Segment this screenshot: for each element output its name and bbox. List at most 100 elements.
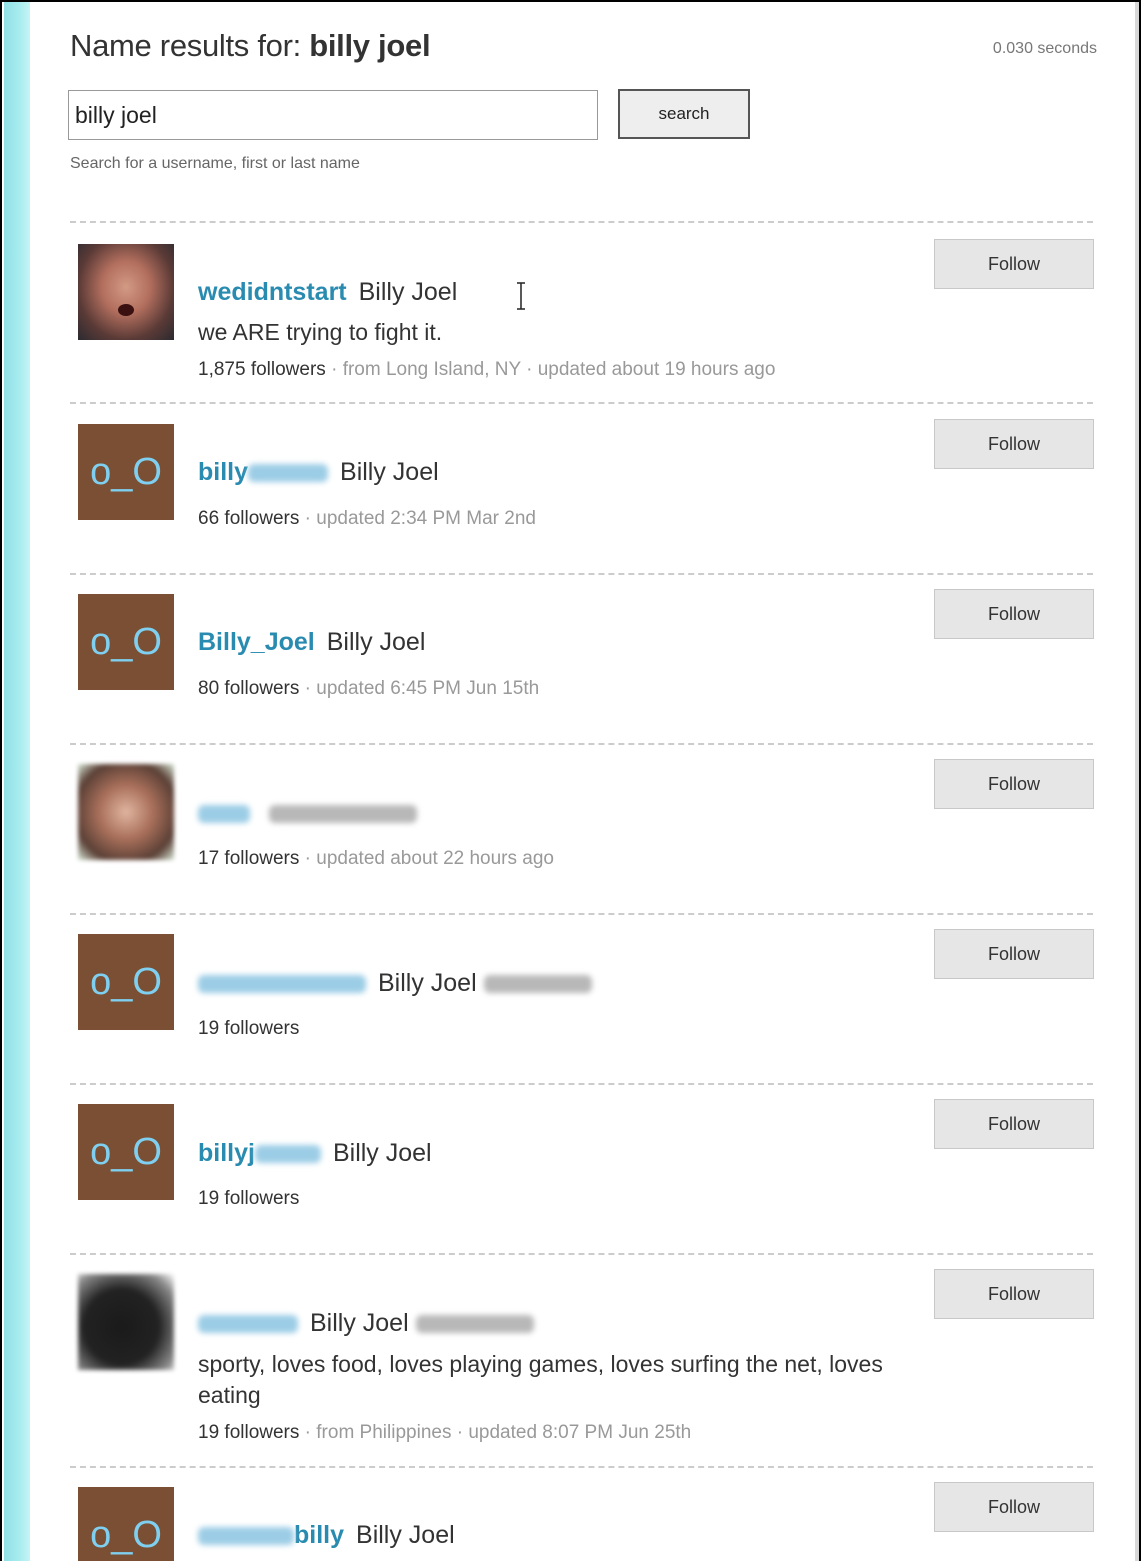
avatar[interactable] bbox=[78, 244, 174, 340]
page-title-query: billy joel bbox=[309, 28, 431, 63]
last-updated: updated 6:45 PM Jun 15th bbox=[316, 678, 540, 699]
default-avatar-text: o_O bbox=[90, 620, 162, 663]
follow-button[interactable]: Follow bbox=[934, 759, 1094, 809]
username-link[interactable]: billy bbox=[198, 458, 248, 486]
follow-button[interactable]: Follow bbox=[934, 1269, 1094, 1319]
user-bio: sporty, loves food, loves playing games,… bbox=[198, 1351, 883, 1408]
right-scroll-edge bbox=[1135, 2, 1139, 1561]
result-name-line bbox=[198, 799, 417, 828]
follow-button[interactable]: Follow bbox=[934, 239, 1094, 289]
avatar-photo-detail bbox=[118, 304, 134, 316]
last-updated: updated 8:07 PM Jun 25th bbox=[468, 1422, 692, 1443]
blurred-username-part bbox=[248, 464, 329, 483]
username-link[interactable]: wedidntstart bbox=[198, 278, 347, 306]
blurred-last-name bbox=[483, 975, 592, 994]
left-background-stripe bbox=[4, 2, 30, 1561]
search-hint: Search for a username, first or last nam… bbox=[70, 155, 360, 172]
search-button[interactable]: search bbox=[618, 89, 750, 139]
real-name: Billy Joel bbox=[378, 969, 477, 997]
followers-count: 66 followers bbox=[198, 508, 300, 529]
meta-separator: · bbox=[304, 678, 311, 699]
divider bbox=[70, 1253, 1093, 1255]
divider bbox=[70, 573, 1093, 575]
avatar[interactable] bbox=[78, 1274, 174, 1370]
blurred-last-name bbox=[415, 1315, 534, 1334]
followers-count: 19 followers bbox=[198, 1188, 300, 1209]
meta-separator: · bbox=[331, 359, 338, 380]
default-avatar-icon[interactable]: o_O bbox=[78, 1104, 174, 1200]
divider bbox=[70, 1083, 1093, 1085]
blurred-username[interactable] bbox=[198, 975, 366, 994]
followers-count: 80 followers bbox=[198, 678, 300, 699]
followers-count: 19 followers bbox=[198, 1422, 300, 1443]
browser-frame: Name results for: billy joel 0.030 secon… bbox=[0, 0, 1141, 1561]
meta-separator: · bbox=[526, 359, 533, 380]
last-updated: updated about 22 hours ago bbox=[316, 848, 554, 869]
username-link[interactable]: billy bbox=[294, 1521, 344, 1549]
result-name-line: billy Billy Joel bbox=[198, 458, 439, 487]
result-meta: 19 followers bbox=[198, 1018, 299, 1040]
follow-button[interactable]: Follow bbox=[934, 419, 1094, 469]
meta-separator: · bbox=[304, 848, 311, 869]
last-updated: updated 2:34 PM Mar 2nd bbox=[316, 508, 536, 529]
result-name-line: Billy Joel bbox=[198, 969, 592, 998]
real-name: Billy Joel bbox=[340, 458, 439, 486]
divider bbox=[70, 1466, 1093, 1468]
follow-button[interactable]: Follow bbox=[934, 1482, 1094, 1532]
search-timing: 0.030 seconds bbox=[992, 40, 1097, 57]
real-name: Billy Joel bbox=[358, 278, 458, 306]
user-location: from Philippines bbox=[316, 1422, 452, 1443]
default-avatar-icon[interactable]: o_O bbox=[78, 934, 174, 1030]
default-avatar-icon[interactable]: o_O bbox=[78, 594, 174, 690]
result-name-line: billy Billy Joel bbox=[198, 1521, 455, 1550]
default-avatar-icon[interactable]: o_O bbox=[78, 1487, 174, 1561]
real-name: Billy Joel bbox=[356, 1521, 455, 1549]
search-results-page: Name results for: billy joel 0.030 secon… bbox=[30, 2, 1135, 1561]
meta-separator: · bbox=[304, 1422, 311, 1443]
follow-button[interactable]: Follow bbox=[934, 589, 1094, 639]
result-meta: 80 followers · updated 6:45 PM Jun 15th bbox=[198, 678, 539, 700]
result-name-line: Billy Joel bbox=[198, 1309, 534, 1338]
default-avatar-text: o_O bbox=[90, 960, 162, 1003]
user-bio: we ARE trying to fight it. bbox=[198, 319, 443, 345]
result-name-line: Billy_Joel Billy Joel bbox=[198, 628, 425, 657]
search-input[interactable] bbox=[68, 90, 598, 140]
page-title: Name results for: billy joel bbox=[70, 28, 431, 64]
follow-button[interactable]: Follow bbox=[934, 929, 1094, 979]
avatar[interactable] bbox=[78, 764, 174, 860]
divider bbox=[70, 743, 1093, 745]
username-link[interactable]: Billy_Joel bbox=[198, 628, 315, 656]
divider bbox=[70, 402, 1093, 404]
default-avatar-text: o_O bbox=[90, 450, 162, 493]
last-updated: updated about 19 hours ago bbox=[537, 359, 776, 380]
result-meta: 19 followers bbox=[198, 1188, 299, 1210]
real-name: Billy Joel bbox=[326, 628, 426, 656]
blurred-username-part bbox=[254, 1145, 321, 1164]
real-name: Billy Joel bbox=[332, 1139, 432, 1167]
user-location: from Long Island, NY bbox=[342, 359, 521, 380]
blurred-username-part bbox=[198, 1527, 294, 1546]
result-meta: 66 followers · updated 2:34 PM Mar 2nd bbox=[198, 508, 536, 530]
default-avatar-text: o_O bbox=[90, 1130, 162, 1173]
default-avatar-icon[interactable]: o_O bbox=[78, 424, 174, 520]
blurred-username[interactable] bbox=[198, 805, 250, 824]
page-title-prefix: Name results for: bbox=[70, 28, 310, 63]
followers-count: 19 followers bbox=[198, 1018, 300, 1039]
result-meta: 17 followers · updated about 22 hours ag… bbox=[198, 848, 554, 870]
real-name: Billy Joel bbox=[310, 1309, 409, 1337]
result-name-line: billyj Billy Joel bbox=[198, 1139, 432, 1168]
text-cursor-icon bbox=[517, 282, 525, 310]
default-avatar-text: o_O bbox=[90, 1513, 162, 1556]
result-meta: 1,875 followers · from Long Island, NY ·… bbox=[198, 359, 775, 381]
blurred-username[interactable] bbox=[198, 1315, 298, 1334]
username-link[interactable]: billyj bbox=[198, 1139, 255, 1167]
follow-button[interactable]: Follow bbox=[934, 1099, 1094, 1149]
blurred-real-name bbox=[268, 805, 417, 824]
followers-count: 1,875 followers bbox=[198, 359, 326, 380]
followers-count: 17 followers bbox=[198, 848, 300, 869]
divider bbox=[70, 913, 1093, 915]
result-meta: 19 followers · from Philippines · update… bbox=[198, 1422, 691, 1444]
meta-separator: · bbox=[456, 1422, 464, 1443]
result-name-line: wedidntstart Billy Joel bbox=[198, 278, 457, 307]
divider bbox=[70, 221, 1093, 223]
